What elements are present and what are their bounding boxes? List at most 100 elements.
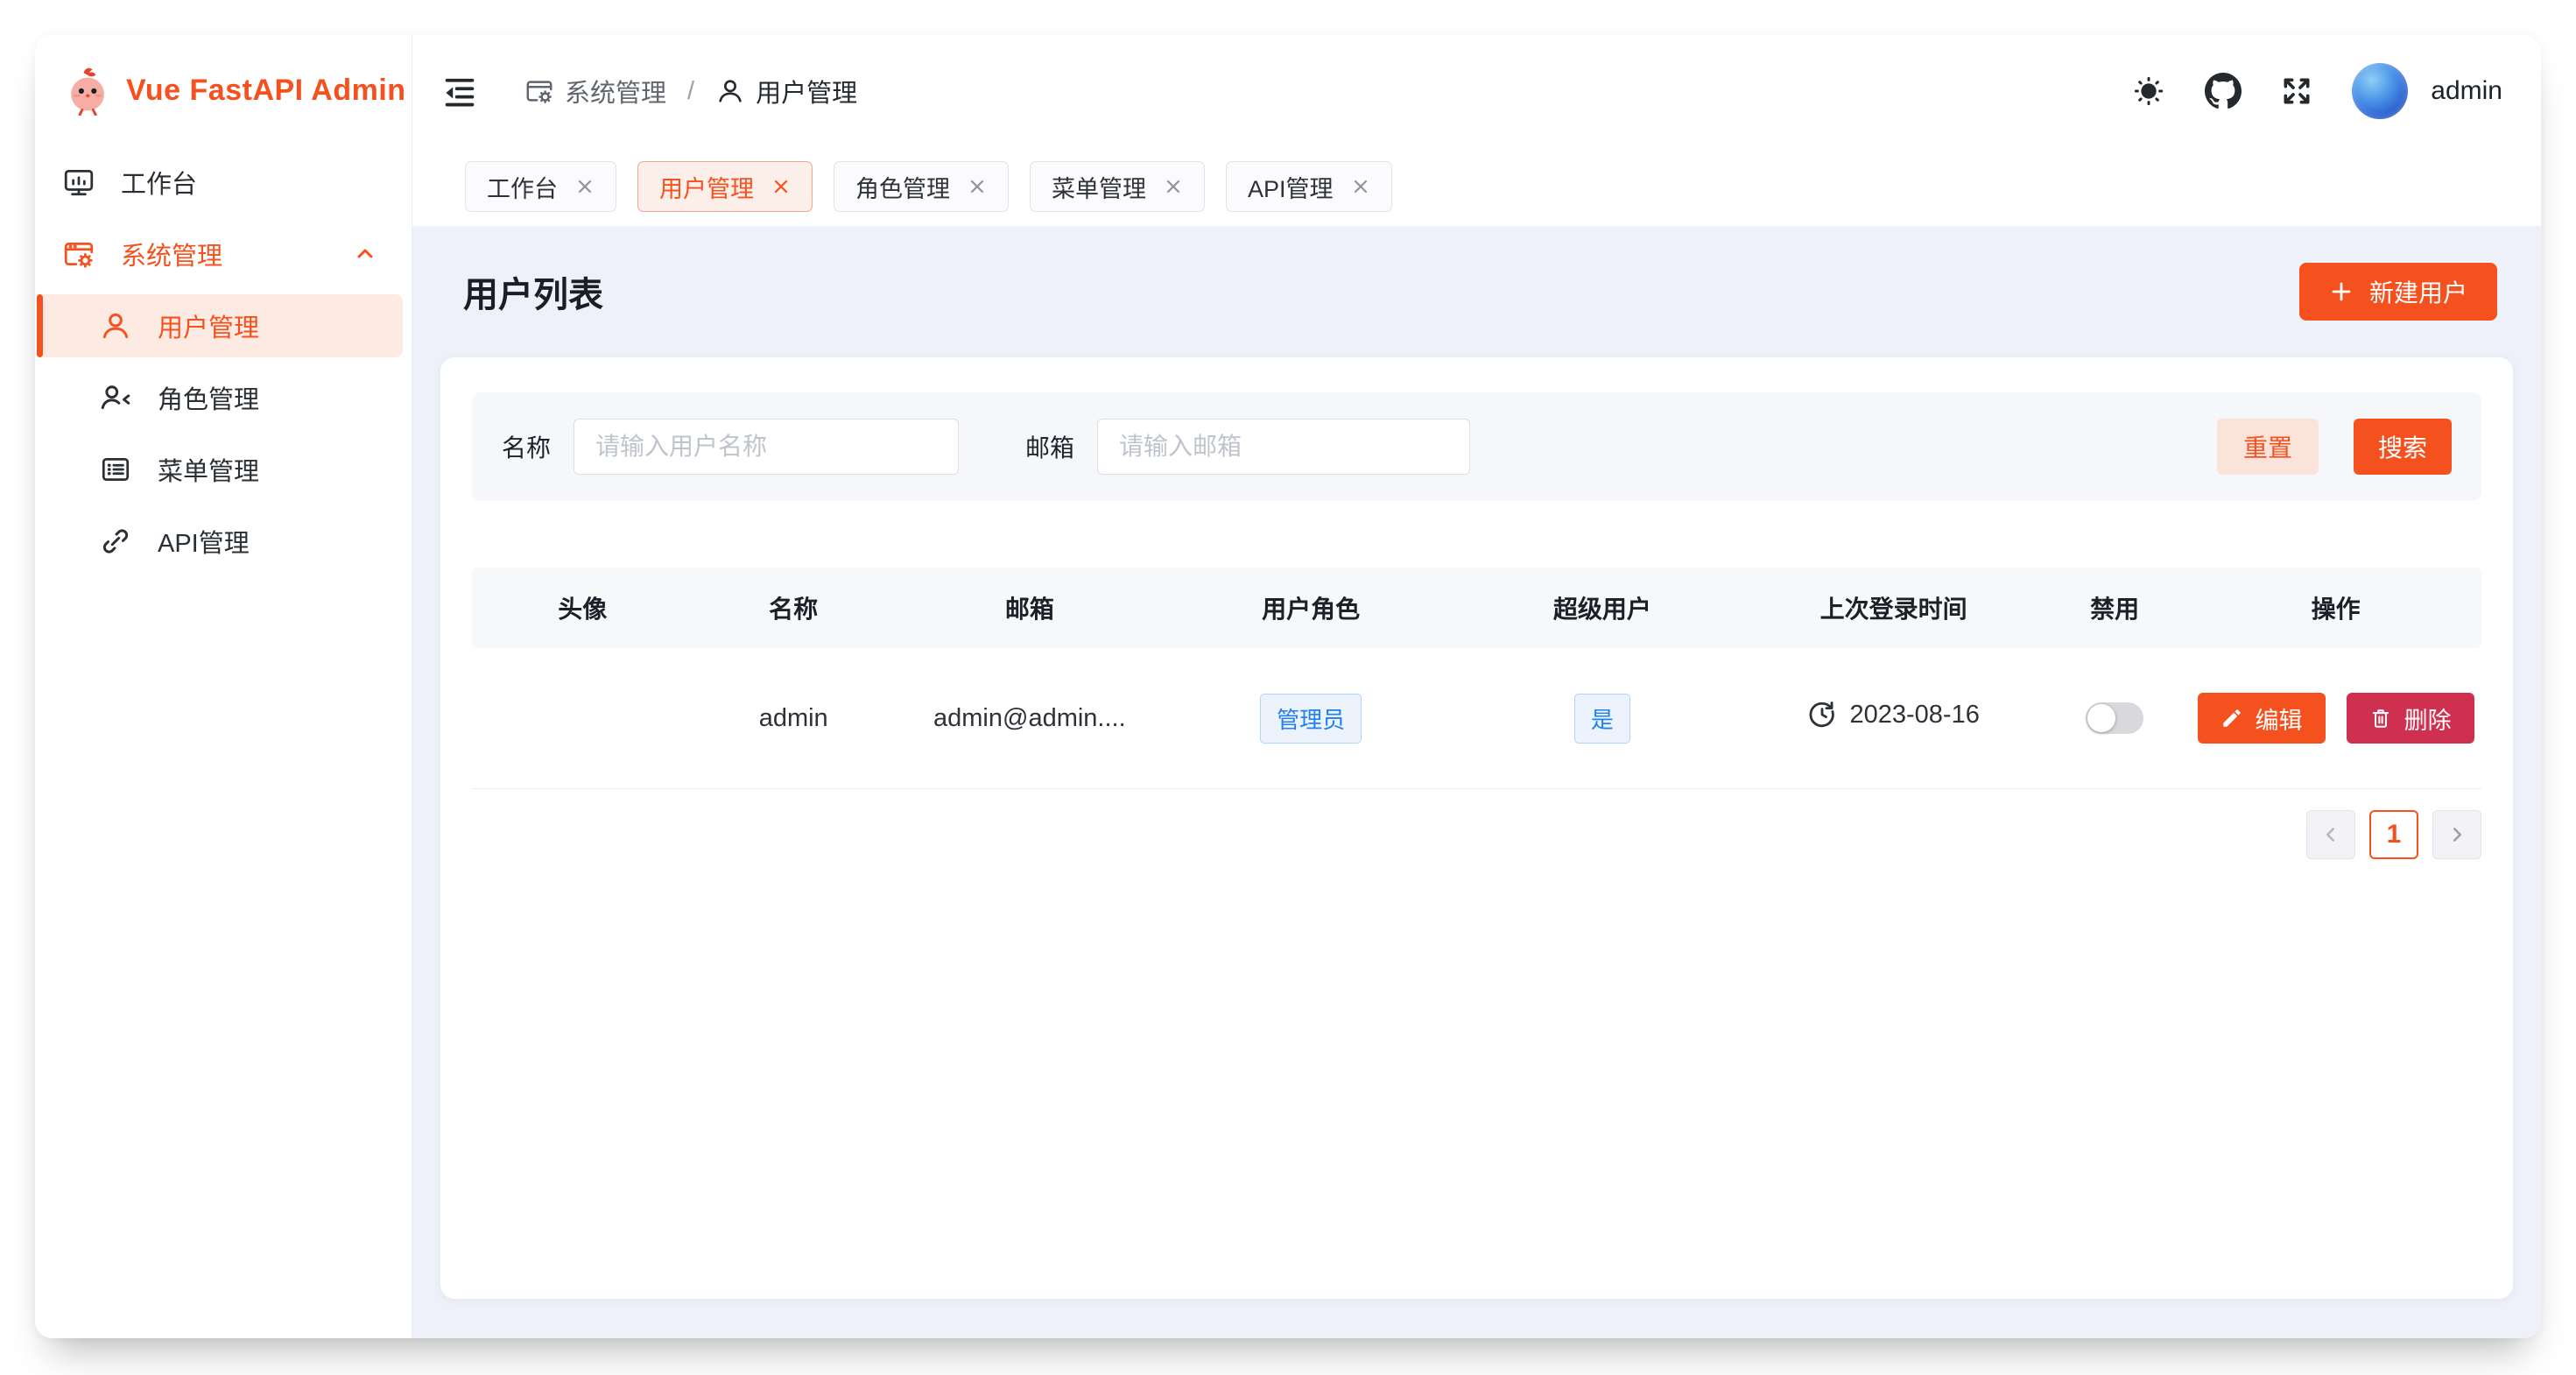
sidebar-item-menus[interactable]: 菜单管理 xyxy=(37,438,403,501)
table-header-row: 头像 名称 邮箱 用户角色 超级用户 上次登录时间 禁用 操作 xyxy=(472,568,2481,648)
chevron-right-icon xyxy=(2446,823,2468,846)
chicken-logo-icon xyxy=(65,65,112,116)
sidebar-item-label: 角色管理 xyxy=(158,379,259,416)
prev-page-button[interactable] xyxy=(2306,810,2355,859)
tab-menus[interactable]: 菜单管理 xyxy=(1030,161,1205,212)
role-icon xyxy=(98,380,133,415)
cell-role: 管理员 xyxy=(1165,648,1457,789)
table-row: admin admin@admin.... 管理员 是 xyxy=(472,648,2481,789)
create-user-label: 新建用户 xyxy=(2369,274,2467,309)
tab-label: 角色管理 xyxy=(855,170,950,204)
edit-button[interactable]: 编辑 xyxy=(2198,693,2326,744)
toggle-knob xyxy=(2087,704,2115,732)
email-filter-label: 邮箱 xyxy=(1025,429,1074,464)
col-actions: 操作 xyxy=(2190,568,2481,648)
col-avatar: 头像 xyxy=(472,568,693,648)
close-icon[interactable] xyxy=(1351,177,1370,196)
email-filter-input[interactable] xyxy=(1097,419,1470,475)
users-card: 名称 邮箱 重置 搜索 xyxy=(440,357,2513,1299)
tab-roles[interactable]: 角色管理 xyxy=(834,161,1009,212)
col-last-login: 上次登录时间 xyxy=(1748,568,2039,648)
col-superuser: 超级用户 xyxy=(1457,568,1749,648)
sidebar-menu: 工作台 系统管理 xyxy=(35,138,412,582)
menu-list-icon xyxy=(98,452,133,487)
header-actions: admin xyxy=(2131,63,2502,119)
sidebar-item-label: 系统管理 xyxy=(121,236,222,272)
sidebar-item-workbench[interactable]: 工作台 xyxy=(37,151,403,214)
user-icon xyxy=(98,308,133,343)
filter-panel: 名称 邮箱 重置 搜索 xyxy=(472,392,2481,501)
page-number-button[interactable]: 1 xyxy=(2369,810,2418,859)
close-icon[interactable] xyxy=(771,177,791,196)
trash-icon xyxy=(2369,707,2392,730)
sidebar-item-system[interactable]: 系统管理 xyxy=(37,222,403,286)
breadcrumb-label: 用户管理 xyxy=(756,73,857,109)
edit-label: 编辑 xyxy=(2256,702,2303,736)
breadcrumb-system[interactable]: 系统管理 xyxy=(524,73,666,109)
cell-actions: 编辑 删除 xyxy=(2190,648,2481,789)
sidebar-item-api[interactable]: API管理 xyxy=(37,510,403,573)
app-window: Vue FastAPI Admin 工作台 xyxy=(35,35,2541,1338)
api-link-icon xyxy=(98,524,133,559)
next-page-button[interactable] xyxy=(2432,810,2481,859)
sidebar-item-label: 用户管理 xyxy=(158,307,259,344)
close-icon[interactable] xyxy=(968,177,987,196)
search-button[interactable]: 搜索 xyxy=(2354,419,2452,475)
users-table: 头像 名称 邮箱 用户角色 超级用户 上次登录时间 禁用 操作 xyxy=(472,568,2481,789)
tab-label: 工作台 xyxy=(487,170,558,204)
sidebar-item-label: 菜单管理 xyxy=(158,451,259,488)
top-header: 系统管理 / 用户管理 xyxy=(412,35,2541,147)
plus-icon xyxy=(2329,279,2354,304)
disabled-toggle[interactable] xyxy=(2086,702,2143,734)
tab-workbench[interactable]: 工作台 xyxy=(465,161,616,212)
cell-superuser: 是 xyxy=(1457,648,1749,789)
tab-api[interactable]: API管理 xyxy=(1226,161,1392,212)
tab-users[interactable]: 用户管理 xyxy=(637,161,813,212)
system-gear-icon xyxy=(524,76,554,106)
close-icon[interactable] xyxy=(575,177,595,196)
tab-label: 用户管理 xyxy=(659,170,754,204)
page-content: 用户列表 新建用户 名称 邮箱 重置 xyxy=(412,226,2541,1338)
app-title: Vue FastAPI Admin xyxy=(126,74,406,108)
sidebar-item-label: 工作台 xyxy=(121,164,197,201)
sidebar-item-roles[interactable]: 角色管理 xyxy=(37,366,403,429)
cell-name: admin xyxy=(693,648,894,789)
name-filter-input[interactable] xyxy=(574,419,959,475)
github-icon[interactable] xyxy=(2205,73,2242,109)
user-avatar[interactable] xyxy=(2352,63,2408,119)
col-role: 用户角色 xyxy=(1165,568,1457,648)
clock-history-icon xyxy=(1807,700,1837,730)
system-gear-icon xyxy=(61,236,96,271)
breadcrumb-users[interactable]: 用户管理 xyxy=(715,73,857,109)
user-icon xyxy=(715,76,745,106)
monitor-icon xyxy=(61,165,96,200)
username[interactable]: admin xyxy=(2431,76,2502,106)
theme-sun-icon[interactable] xyxy=(2131,74,2166,109)
fullscreen-icon[interactable] xyxy=(2280,74,2313,108)
col-name: 名称 xyxy=(693,568,894,648)
breadcrumb: 系统管理 / 用户管理 xyxy=(524,73,857,109)
reset-button[interactable]: 重置 xyxy=(2217,419,2319,475)
sidebar-item-label: API管理 xyxy=(158,523,250,560)
pagination: 1 xyxy=(472,810,2481,859)
main-area: 系统管理 / 用户管理 xyxy=(412,35,2541,1338)
tabs-bar: 工作台 用户管理 角色管理 菜单管理 xyxy=(412,147,2541,226)
last-login-value: 2023-08-16 xyxy=(1849,701,1979,730)
name-filter-label: 名称 xyxy=(502,429,551,464)
create-user-button[interactable]: 新建用户 xyxy=(2299,263,2497,321)
chevron-left-icon xyxy=(2319,823,2342,846)
page-title: 用户列表 xyxy=(463,266,603,317)
superuser-tag: 是 xyxy=(1574,694,1630,744)
cell-last-login: 2023-08-16 xyxy=(1748,648,2039,789)
cell-disabled xyxy=(2039,648,2190,789)
delete-button[interactable]: 删除 xyxy=(2347,693,2474,744)
col-email: 邮箱 xyxy=(894,568,1165,648)
cell-avatar xyxy=(472,648,693,789)
sidebar-item-users[interactable]: 用户管理 xyxy=(37,294,403,357)
close-icon[interactable] xyxy=(1164,177,1183,196)
col-disabled: 禁用 xyxy=(2039,568,2190,648)
page-title-row: 用户列表 新建用户 xyxy=(440,226,2513,357)
breadcrumb-label: 系统管理 xyxy=(565,73,666,109)
collapse-sidebar-icon[interactable] xyxy=(442,74,477,109)
app-logo[interactable]: Vue FastAPI Admin xyxy=(35,35,412,138)
